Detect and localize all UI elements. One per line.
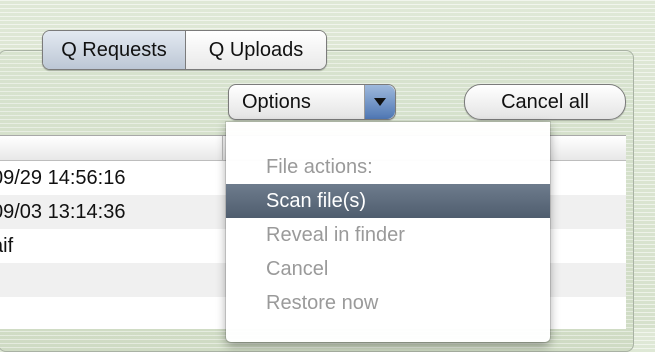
tab-q-uploads[interactable]: Q Uploads: [186, 31, 326, 69]
menu-item-reveal-in-finder[interactable]: Reveal in finder: [226, 218, 550, 252]
column-separator[interactable]: [222, 136, 223, 160]
row-date: 09/29 14:56:16: [0, 166, 126, 189]
menu-header-file-actions: File actions:: [266, 156, 373, 178]
options-popup-button[interactable]: Options: [228, 84, 396, 120]
queue-segmented-control: Q Requests Q Uploads: [42, 30, 327, 70]
menu-item-restore-now[interactable]: Restore now: [226, 286, 550, 320]
row-name: aif: [0, 234, 14, 257]
options-menu: File actions: Scan file(s) Reveal in fin…: [226, 122, 550, 342]
cancel-all-button[interactable]: Cancel all: [464, 84, 626, 120]
row-date: 09/03 13:14:36: [0, 200, 126, 223]
menu-item-scan-files[interactable]: Scan file(s): [226, 184, 550, 218]
menu-item-cancel[interactable]: Cancel: [226, 252, 550, 286]
options-label: Options: [242, 90, 311, 113]
chevron-down-icon: [364, 85, 395, 119]
tab-q-requests[interactable]: Q Requests: [43, 31, 186, 69]
